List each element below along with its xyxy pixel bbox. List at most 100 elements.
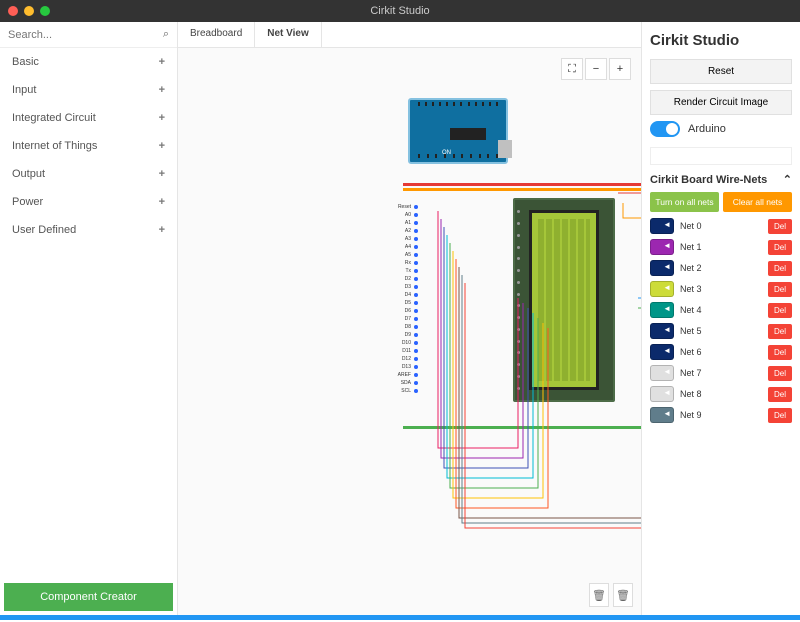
plus-icon: + (159, 140, 165, 152)
canvas[interactable]: ⛶ − + ON 5V 5V GND ResetA0A1A2A3A4A5RxTx… (178, 48, 641, 615)
pin-scl[interactable]: SCL (388, 387, 438, 395)
pin-sda[interactable]: SDA (388, 379, 438, 387)
ground-rail[interactable] (403, 426, 641, 429)
net-delete-button[interactable]: Del (768, 366, 792, 381)
pin-label: A5 (388, 252, 414, 258)
pin-d5[interactable]: D5 (388, 299, 438, 307)
net-row-8: Net 8Del (650, 386, 792, 402)
category-label: Integrated Circuit (12, 112, 96, 124)
net-color-swatch[interactable] (650, 218, 674, 234)
pin-dot (414, 341, 418, 345)
clear-all-nets-button[interactable]: Clear all nets (723, 192, 792, 212)
pin-rx[interactable]: Rx (388, 259, 438, 267)
net-color-swatch[interactable] (650, 344, 674, 360)
pin-dot (414, 317, 418, 321)
pin-dot (414, 389, 418, 393)
arduino-board[interactable]: ON (408, 98, 508, 164)
pin-d7[interactable]: D7 (388, 315, 438, 323)
pin-d12[interactable]: D12 (388, 355, 438, 363)
category-input[interactable]: Input+ (0, 76, 177, 104)
pin-d11[interactable]: D11 (388, 347, 438, 355)
power-rail-5v-b[interactable] (403, 188, 641, 191)
category-power[interactable]: Power+ (0, 188, 177, 216)
pin-dot (414, 365, 418, 369)
render-button[interactable]: Render Circuit Image (650, 90, 792, 115)
net-label: Net 7 (680, 368, 762, 378)
plus-icon: + (159, 84, 165, 96)
pin-dot (414, 261, 418, 265)
pin-d13[interactable]: D13 (388, 363, 438, 371)
delete-button-b[interactable]: 🗑 (613, 583, 633, 607)
power-rail-5v-a[interactable] (403, 183, 641, 186)
category-output[interactable]: Output+ (0, 160, 177, 188)
net-delete-button[interactable]: Del (768, 303, 792, 318)
category-user-defined[interactable]: User Defined+ (0, 216, 177, 244)
tab-net-view[interactable]: Net View (255, 22, 322, 47)
window-title: Cirkit Studio (0, 5, 800, 17)
net-color-swatch[interactable] (650, 239, 674, 255)
pin-a3[interactable]: A3 (388, 235, 438, 243)
pin-dot (414, 325, 418, 329)
tab-breadboard[interactable]: Breadboard (178, 22, 255, 47)
net-label: Net 1 (680, 242, 762, 252)
pin-label: Tx (388, 268, 414, 274)
net-color-swatch[interactable] (650, 260, 674, 276)
empty-input[interactable] (650, 147, 792, 165)
plus-icon: + (159, 112, 165, 124)
net-color-swatch[interactable] (650, 281, 674, 297)
net-delete-button[interactable]: Del (768, 408, 792, 423)
pin-reset[interactable]: Reset (388, 203, 438, 211)
pin-label: D6 (388, 308, 414, 314)
pin-tx[interactable]: Tx (388, 267, 438, 275)
arduino-on-label: ON (442, 150, 451, 156)
net-delete-button[interactable]: Del (768, 219, 792, 234)
pin-dot (414, 293, 418, 297)
net-color-swatch[interactable] (650, 407, 674, 423)
pin-a4[interactable]: A4 (388, 243, 438, 251)
delete-button-a[interactable]: 🗑 (589, 583, 609, 607)
component-creator-button[interactable]: Component Creator (4, 583, 173, 611)
net-delete-button[interactable]: Del (768, 387, 792, 402)
pin-a5[interactable]: A5 (388, 251, 438, 259)
search-icon[interactable]: ⌕ (163, 28, 169, 41)
turn-on-all-nets-button[interactable]: Turn on all nets (650, 192, 719, 212)
search-input[interactable] (8, 29, 163, 41)
plus-icon: + (159, 56, 165, 68)
chevron-up-icon: ⌃ (783, 173, 792, 186)
pin-d6[interactable]: D6 (388, 307, 438, 315)
pin-d2[interactable]: D2 (388, 275, 438, 283)
reset-button[interactable]: Reset (650, 59, 792, 84)
category-integrated-circuit[interactable]: Integrated Circuit + (0, 104, 177, 132)
pin-a2[interactable]: A2 (388, 227, 438, 235)
net-color-swatch[interactable] (650, 386, 674, 402)
net-color-swatch[interactable] (650, 365, 674, 381)
net-delete-button[interactable]: Del (768, 324, 792, 339)
net-label: Net 6 (680, 347, 762, 357)
net-color-swatch[interactable] (650, 302, 674, 318)
net-delete-button[interactable]: Del (768, 240, 792, 255)
pin-d3[interactable]: D3 (388, 283, 438, 291)
net-delete-button[interactable]: Del (768, 345, 792, 360)
tabs: BreadboardNet View (178, 22, 641, 48)
pin-label: D9 (388, 332, 414, 338)
pin-d10[interactable]: D10 (388, 339, 438, 347)
category-basic[interactable]: Basic+ (0, 48, 177, 76)
net-color-swatch[interactable] (650, 323, 674, 339)
pin-aref[interactable]: AREF (388, 371, 438, 379)
wire-nets-header[interactable]: Cirkit Board Wire-Nets ⌃ (650, 173, 792, 186)
net-delete-button[interactable]: Del (768, 261, 792, 276)
pin-d4[interactable]: D4 (388, 291, 438, 299)
arduino-toggle[interactable] (650, 121, 680, 137)
category-label: Internet of Things (12, 140, 97, 152)
titlebar: Cirkit Studio (0, 0, 800, 22)
pin-dot (414, 373, 418, 377)
pin-label: A4 (388, 244, 414, 250)
net-delete-button[interactable]: Del (768, 282, 792, 297)
pin-label: A1 (388, 220, 414, 226)
pin-d9[interactable]: D9 (388, 331, 438, 339)
category-internet-of-things[interactable]: Internet of Things + (0, 132, 177, 160)
pin-a1[interactable]: A1 (388, 219, 438, 227)
pin-d8[interactable]: D8 (388, 323, 438, 331)
pin-a0[interactable]: A0 (388, 211, 438, 219)
lcd-display[interactable] (513, 198, 615, 402)
